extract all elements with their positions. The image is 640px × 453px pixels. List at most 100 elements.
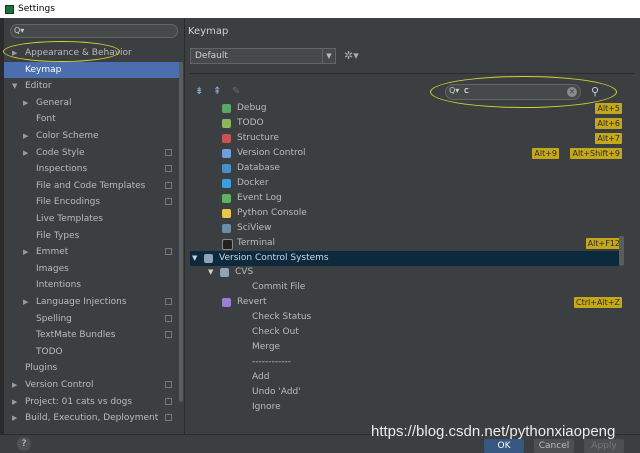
keymap-action-label: Ignore <box>252 402 281 412</box>
help-button[interactable]: ? <box>17 437 31 451</box>
sidebar-item[interactable]: Plugins <box>4 360 180 376</box>
apply-button[interactable]: Apply <box>584 439 624 453</box>
python-icon <box>222 208 231 218</box>
sidebar-item[interactable]: Keymap <box>4 61 180 78</box>
keymap-action-label: Debug <box>237 103 267 113</box>
sidebar-item[interactable]: ▶ Version Control <box>4 377 180 393</box>
sidebar-item[interactable]: ▶ Emmet <box>4 244 180 260</box>
grid-icon <box>222 223 231 233</box>
sidebar-item-label: Inspections <box>36 164 88 175</box>
project-settings-icon <box>165 331 172 339</box>
chevron-right-icon[interactable]: ▶ <box>23 145 28 161</box>
sidebar-item[interactable]: Intentions <box>4 277 180 293</box>
keymap-action-label: Revert <box>237 297 267 308</box>
bug-icon <box>222 104 231 113</box>
sidebar-item-label: Version Control <box>25 380 94 390</box>
sidebar-item[interactable]: ▶ Code Style <box>4 145 180 161</box>
keymap-action-label: Structure <box>237 132 279 143</box>
keymap-action-label: Terminal <box>237 237 276 248</box>
sidebar-item[interactable]: Spelling <box>4 311 180 327</box>
keymap-scrollbar[interactable] <box>619 236 624 266</box>
sidebar-item-label: Color Scheme <box>36 131 99 141</box>
sidebar-item[interactable]: Inspections <box>4 161 180 177</box>
keymap-action-label: Event Log <box>237 192 282 203</box>
keymap-row[interactable]: Database <box>190 161 624 176</box>
sidebar-item[interactable]: Live Templates <box>4 211 180 227</box>
sidebar-item[interactable]: ▶ Color Scheme <box>4 128 180 144</box>
project-settings-icon <box>165 181 172 189</box>
sidebar-item[interactable]: ▶ Project: 01 cats vs dogs <box>4 394 180 410</box>
sidebar-item-label: File and Code Templates <box>36 180 146 191</box>
keymap-row[interactable]: Python Console <box>190 206 624 221</box>
ok-button[interactable]: OK <box>484 439 524 453</box>
keymap-row[interactable]: Undo 'Add' <box>190 385 624 400</box>
sidebar-item[interactable]: TextMate Bundles <box>4 327 180 343</box>
sidebar-item-label: Font <box>36 114 56 125</box>
project-settings-icon <box>165 397 172 405</box>
chevron-right-icon[interactable]: ▶ <box>12 410 17 426</box>
chevron-down-icon[interactable]: ▼ <box>12 78 17 94</box>
sidebar-item[interactable]: File Encodings <box>4 194 180 210</box>
keymap-action-label: Merge <box>252 342 281 353</box>
keymap-row[interactable]: Version Control Alt+Shift+9 Alt+9 <box>190 146 624 161</box>
shortcut-badge: Alt+7 <box>595 132 622 144</box>
keymap-row[interactable]: Structure Alt+7 <box>190 131 624 146</box>
sidebar-item-label: Images <box>36 263 69 274</box>
gear-icon[interactable]: ✲▾ <box>344 49 359 62</box>
keymap-row[interactable]: ------------ <box>190 355 624 370</box>
keymap-action-label: Version Control <box>237 147 306 158</box>
keymap-row[interactable]: Revert Ctrl+Alt+Z <box>190 295 624 310</box>
sidebar-item[interactable]: File and Code Templates <box>4 178 180 194</box>
keymap-row[interactable]: Event Log <box>190 191 624 206</box>
sidebar-item[interactable]: ▼ Editor <box>4 78 180 94</box>
sidebar-item-label: TextMate Bundles <box>36 330 116 341</box>
keymap-row[interactable]: Commit File <box>190 280 624 295</box>
project-settings-icon <box>165 148 172 156</box>
sidebar-item[interactable]: ▶ General <box>4 95 180 111</box>
keymap-row[interactable]: Ignore <box>190 400 624 415</box>
keymap-row[interactable]: TODO Alt+6 <box>190 116 624 131</box>
keymap-row[interactable]: Terminal Alt+F12 <box>190 236 624 251</box>
keymap-row[interactable]: Debug Alt+5 <box>190 101 624 116</box>
settings-search-input[interactable]: Q▾ <box>10 24 178 38</box>
keymap-action-label: CVS <box>235 267 254 278</box>
sidebar-item[interactable]: Images <box>4 261 180 277</box>
keymap-row[interactable]: ▼ Version Control Systems <box>190 250 624 266</box>
keymap-row[interactable]: Check Out <box>190 325 624 340</box>
sidebar-item-label: General <box>36 97 72 108</box>
folder-icon <box>220 268 229 278</box>
chevron-right-icon[interactable]: ▶ <box>12 377 17 393</box>
sidebar-item[interactable]: ▶ Language Injections <box>4 294 180 310</box>
sidebar-item[interactable]: ▶ Build, Execution, Deployment <box>4 410 180 426</box>
sidebar-item-label: Project: 01 cats vs dogs <box>25 396 133 407</box>
keymap-action-label: Docker <box>237 177 269 188</box>
sidebar-item-label: Build, Execution, Deployment <box>25 413 159 424</box>
revert-icon <box>222 298 231 308</box>
keymap-row[interactable]: Check Status <box>190 310 624 325</box>
chevron-right-icon[interactable]: ▶ <box>23 95 28 111</box>
window-title: Settings <box>18 4 55 14</box>
collapse-all-icon[interactable]: ⇞ <box>213 86 221 97</box>
expand-all-icon[interactable]: ⇟ <box>195 86 203 97</box>
keymap-action-label: Database <box>237 162 280 173</box>
chevron-right-icon[interactable]: ▶ <box>23 294 28 310</box>
chevron-down-icon[interactable]: ▼ <box>192 251 197 266</box>
keymap-action-label: Version Control Systems <box>219 252 329 263</box>
edit-pencil-icon[interactable]: ✎ <box>232 86 240 97</box>
keymap-select-value: Default <box>195 51 228 61</box>
keymap-row[interactable]: Merge <box>190 340 624 355</box>
keymap-row[interactable]: Docker <box>190 176 624 191</box>
sidebar-item[interactable]: File Types <box>4 228 180 244</box>
cancel-button[interactable]: Cancel <box>534 439 574 453</box>
chevron-right-icon[interactable]: ▶ <box>23 244 28 260</box>
chevron-down-icon[interactable]: ▼ <box>208 265 213 280</box>
keymap-row[interactable]: SciView <box>190 221 624 236</box>
sidebar-item[interactable]: Font <box>4 111 180 127</box>
chevron-right-icon[interactable]: ▶ <box>23 128 28 144</box>
sidebar-scrollbar[interactable] <box>179 62 183 402</box>
keymap-select[interactable]: Default ▼ <box>190 48 336 64</box>
keymap-row[interactable]: ▼ CVS <box>190 265 624 280</box>
chevron-right-icon[interactable]: ▶ <box>12 394 17 410</box>
keymap-row[interactable]: Add <box>190 370 624 385</box>
sidebar-item[interactable]: TODO <box>4 344 180 360</box>
